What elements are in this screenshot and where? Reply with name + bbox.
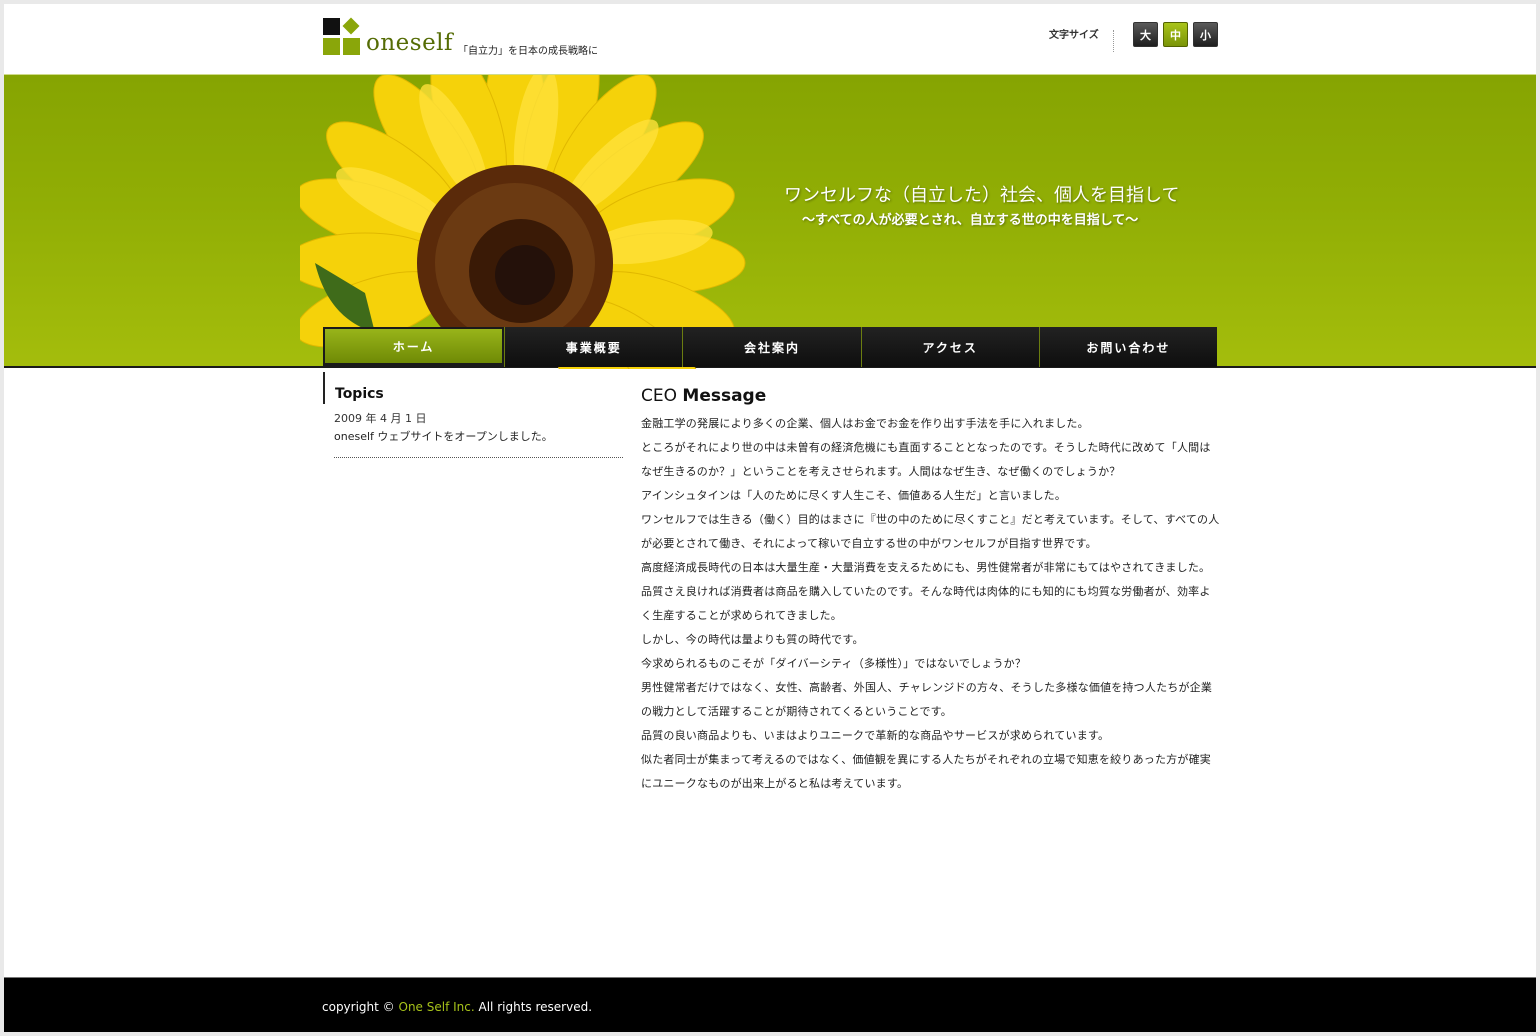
font-size-small-button[interactable]: 小 <box>1193 22 1218 47</box>
topic-item: 2009 年 4 月 1 日 oneself ウェブサイトをオープンしました。 <box>334 410 623 458</box>
message-paragraph: 今求められるものこそが「ダイバーシティ（多様性）」ではないでしょうか？ <box>641 657 1027 670</box>
topics-panel: Topics 2009 年 4 月 1 日 oneself ウェブサイトをオープ… <box>323 372 623 458</box>
message-paragraph: しかし、今の時代は量よりも質の時代です。 <box>641 633 864 646</box>
hero-subtitle: 〜すべての人が必要とされ、自立する世の中を目指して〜 <box>802 213 1139 228</box>
nav-company[interactable]: 会社案内 <box>682 327 861 367</box>
font-size-label: 文字サイズ <box>1049 30 1114 52</box>
message-paragraph: ところがそれにより世の中は未曽有の経済危機にも直面することとなったのです。そうし… <box>641 441 1211 478</box>
message-paragraph: 高度経済成長時代の日本は大量生産・大量消費を支えるためにも、男性健常者が非常にも… <box>641 561 1211 574</box>
page: oneself 「自立力」を日本の成長戦略に 文字サイズ 大 中 小 ワンセルフ… <box>4 4 1536 1032</box>
message-paragraph: 金融工学の発展により多くの企業、個人はお金でお金を作り出す手法を手に入れました。 <box>641 417 1089 430</box>
sunflower-image <box>300 75 746 369</box>
copyright-prefix: copyright © <box>322 1000 395 1014</box>
ceo-message-title: CEO Message <box>641 384 1221 408</box>
message-paragraph: 似た者同士が集まって考えるのではなく、価値観を異にする人たちがそれぞれの立場で知… <box>641 753 1211 790</box>
site-footer: copyright © One Self Inc. All rights res… <box>4 977 1536 1032</box>
nav-contact[interactable]: お問い合わせ <box>1038 327 1218 367</box>
site-tagline: 「自立力」を日本の成長戦略に <box>458 46 598 57</box>
nav-business[interactable]: 事業概要 <box>504 327 683 367</box>
message-paragraph: 品質の良い商品よりも、いまはよりユニークで革新的な商品やサービスが求められていま… <box>641 729 1110 742</box>
title-ceo: CEO <box>641 386 677 406</box>
logo-text: oneself <box>366 30 454 56</box>
nav-access[interactable]: アクセス <box>860 327 1039 367</box>
main-nav: ホーム 事業概要 会社案内 アクセス お問い合わせ <box>323 327 1218 367</box>
copyright-suffix: All rights reserved. <box>478 1000 593 1014</box>
site-header: oneself 「自立力」を日本の成長戦略に 文字サイズ 大 中 小 <box>4 4 1536 74</box>
message-paragraph: 男性健常者だけではなく、女性、高齢者、外国人、チャレンジドの方々、そうした多様な… <box>641 681 1213 718</box>
logo-square-black-icon <box>323 18 340 35</box>
site-logo[interactable]: oneself <box>323 17 454 58</box>
message-paragraph: 品質さえ良ければ消費者は商品を購入していたのです。そんな時代は肉体的にも知的にも… <box>641 585 1211 622</box>
title-message: Message <box>682 386 767 406</box>
copyright: copyright © One Self Inc. All rights res… <box>322 1000 592 1014</box>
topic-date: 2009 年 4 月 1 日 <box>334 412 427 425</box>
font-size-medium-button[interactable]: 中 <box>1163 22 1188 47</box>
message-paragraph: ワンセルフでは生きる（働く）目的はまさに『世の中のために尽くすこと』だと考えてい… <box>641 513 1220 550</box>
topic-text[interactable]: oneself ウェブサイトをオープンしました。 <box>334 428 623 446</box>
logo-square-green-icon <box>343 38 360 55</box>
message-paragraph: アインシュタインは「人のために尽くす人生こそ、価値ある人生だ」と言いました。 <box>641 489 1067 502</box>
hero-banner: ワンセルフな（自立した）社会、個人を目指して 〜すべての人が必要とされ、自立する… <box>4 74 1536 369</box>
font-size-switcher: 大 中 小 <box>1133 22 1218 47</box>
topics-title: Topics <box>323 372 623 404</box>
company-name: One Self Inc. <box>398 1000 475 1014</box>
nav-home[interactable]: ホーム <box>323 327 505 367</box>
ceo-message: CEO Message 金融工学の発展により多くの企業、個人はお金でお金を作り出… <box>641 384 1221 796</box>
hero-title: ワンセルフな（自立した）社会、個人を目指して <box>784 185 1180 206</box>
font-size-large-button[interactable]: 大 <box>1133 22 1158 47</box>
logo-diamond-green-icon <box>342 17 360 35</box>
logo-square-green-icon <box>323 38 340 55</box>
